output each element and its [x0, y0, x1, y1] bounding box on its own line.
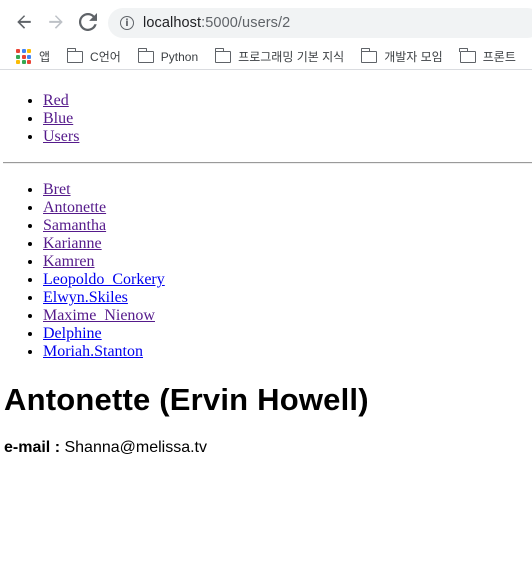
list-item: Samantha	[43, 217, 532, 235]
nav-link-red[interactable]: Red	[43, 92, 69, 109]
back-button[interactable]	[8, 6, 40, 38]
email-label: e-mail :	[4, 439, 61, 456]
forward-arrow-icon	[49, 15, 63, 29]
list-item: Karianne	[43, 235, 532, 253]
bookmark-python[interactable]: Python	[137, 47, 199, 64]
nav-link-users[interactable]: Users	[43, 128, 79, 145]
folder-icon	[137, 47, 154, 63]
user-link-elwyn-skiles[interactable]: Elwyn.Skiles	[43, 289, 128, 306]
list-item: Blue	[43, 110, 532, 128]
browser-toolbar: i localhost:5000/users/2	[0, 0, 532, 44]
bookmark-programming-basics[interactable]: 프로그래밍 기본 지식	[214, 47, 345, 65]
bookmarks-bar: 앱 C언어 Python 프로그래밍 기본 지식 개발자 모임 프론트	[0, 44, 532, 70]
back-arrow-icon	[17, 15, 31, 29]
top-nav-list: Red Blue Users	[0, 70, 532, 146]
user-link-moriah-stanton[interactable]: Moriah.Stanton	[43, 343, 143, 360]
folder-icon	[360, 47, 378, 63]
list-item: Maxime_Nienow	[43, 307, 532, 325]
list-item: Moriah.Stanton	[43, 343, 532, 361]
folder-icon	[214, 47, 232, 63]
user-link-delphine[interactable]: Delphine	[43, 325, 102, 342]
list-item: Delphine	[43, 325, 532, 343]
user-link-antonette[interactable]: Antonette	[43, 199, 106, 216]
list-item: Antonette	[43, 199, 532, 217]
list-item: Red	[43, 92, 532, 110]
apps-grid-icon	[16, 49, 31, 64]
page-content: Red Blue Users Bret Antonette Samantha K…	[0, 70, 532, 457]
user-link-leopoldo-corkery[interactable]: Leopoldo_Corkery	[43, 271, 165, 288]
list-item: Leopoldo_Corkery	[43, 271, 532, 289]
bookmark-developer-group[interactable]: 개발자 모임	[360, 47, 443, 65]
email-value: Shanna@melissa.tv	[64, 439, 207, 456]
list-item: Kamren	[43, 253, 532, 271]
bookmark-apps[interactable]: 앱	[16, 48, 50, 65]
user-link-kamren[interactable]: Kamren	[43, 253, 95, 270]
bookmark-label: 프론트	[482, 50, 516, 64]
bookmark-label: Python	[160, 49, 199, 64]
list-item: Bret	[43, 181, 532, 199]
address-bar[interactable]: i localhost:5000/users/2	[108, 8, 532, 38]
list-item: Elwyn.Skiles	[43, 289, 532, 307]
list-item: Users	[43, 128, 532, 146]
reload-button[interactable]	[72, 6, 104, 38]
folder-icon	[66, 47, 84, 63]
bookmark-c-language[interactable]: C언어	[66, 47, 121, 65]
forward-button[interactable]	[40, 6, 72, 38]
url-text: localhost:5000/users/2	[143, 15, 291, 31]
reload-icon	[79, 13, 97, 31]
user-link-maxime-nienow[interactable]: Maxime_Nienow	[43, 307, 155, 324]
user-link-bret[interactable]: Bret	[43, 181, 71, 198]
bookmark-label: 앱	[39, 50, 51, 64]
bookmark-label: 개발자 모임	[384, 50, 443, 64]
folder-icon	[459, 47, 476, 63]
user-link-samantha[interactable]: Samantha	[43, 217, 106, 234]
user-list: Bret Antonette Samantha Karianne Kamren …	[0, 164, 532, 361]
user-link-karianne[interactable]: Karianne	[43, 235, 102, 252]
bookmark-front[interactable]: 프론트	[459, 47, 516, 65]
bookmark-label: C언어	[90, 50, 121, 64]
site-info-icon[interactable]: i	[120, 16, 134, 30]
user-detail-title: Antonette (Ervin Howell)	[4, 382, 369, 417]
bookmark-label: 프로그래밍 기본 지식	[238, 50, 345, 64]
nav-link-blue[interactable]: Blue	[43, 110, 73, 127]
email-row: e-mail : Shanna@melissa.tv	[4, 439, 532, 457]
